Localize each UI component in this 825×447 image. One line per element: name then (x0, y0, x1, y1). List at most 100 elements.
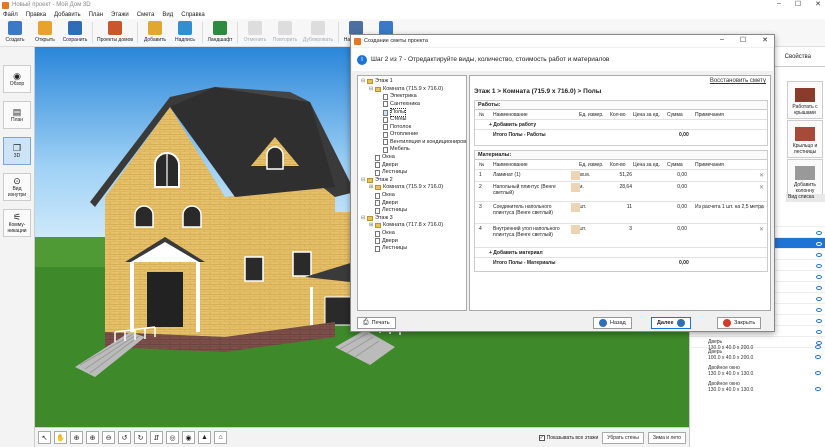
cell-unit[interactable]: шт. (579, 226, 586, 232)
cell-name[interactable]: Напольный плинтус (Венге светлый) (493, 184, 565, 196)
add-column-button[interactable]: Добавить колонну (787, 159, 823, 197)
cell-qty[interactable]: 3 (610, 226, 632, 232)
tree-node[interactable]: Окна (369, 192, 395, 199)
maximize-button[interactable]: ☐ (795, 0, 801, 8)
restore-estimate-link[interactable]: Восстановить смету (710, 78, 766, 84)
menu-view[interactable]: Вид (162, 12, 173, 18)
menu-floors[interactable]: Этажи (111, 12, 129, 18)
tree-node[interactable]: ⊞ Комната (717.8 x 716.0) (369, 222, 443, 229)
cell-name[interactable]: Внутренний угол напольного плинтуса (Вен… (493, 226, 565, 238)
tree-node[interactable]: ⊟ Этаж 3 (361, 215, 393, 222)
cell-qty[interactable]: 11 (610, 204, 632, 210)
close-button[interactable]: Закрыть (717, 317, 762, 329)
toolbar-landscape-button[interactable]: Ландшафт (205, 19, 235, 46)
cell-sum[interactable]: 0,00 (665, 184, 687, 190)
tree-node[interactable]: Сантехника (377, 101, 420, 108)
close-window-button[interactable]: ✕ (815, 0, 821, 8)
toolbar-add-button[interactable]: Добавить (140, 19, 170, 46)
menu-add[interactable]: Добавить (54, 12, 81, 18)
tree-node[interactable]: Двери (369, 200, 398, 207)
tree-node[interactable]: Потолок (377, 124, 411, 131)
view-communications-button[interactable]: ⚟ Комму-никации (3, 209, 31, 237)
visibility-eye-icon[interactable] (815, 355, 821, 359)
cell-qty[interactable]: 28,64 (610, 184, 632, 190)
toolbar-new-doc-button[interactable]: Создать (0, 19, 30, 46)
orbit-icon[interactable]: ◎ (166, 431, 179, 444)
next-button[interactable]: Далее (651, 317, 691, 329)
toolbar-folder-open-button[interactable]: Открыть (30, 19, 60, 46)
dialog-maximize-button[interactable]: ☐ (740, 36, 746, 44)
expand-icon[interactable]: ⊟ (369, 86, 374, 93)
add-material-button[interactable]: + Добавить материал (489, 250, 543, 256)
tree-node[interactable]: ⊟ Этаж 1 (361, 78, 393, 85)
back-button[interactable]: Назад (593, 317, 632, 329)
hide-walls-button[interactable]: Убрать стены (602, 431, 644, 444)
tree-node[interactable]: ⊞ Комната (715.9 x 716.0) (369, 184, 443, 191)
tilt-icon[interactable]: ⇵ (150, 431, 163, 444)
visibility-eye-icon[interactable] (816, 330, 822, 334)
delete-row-icon[interactable]: ✕ (759, 184, 764, 191)
visibility-eye-icon[interactable] (815, 387, 821, 391)
tree-node[interactable]: Двери (369, 238, 398, 245)
tree-node[interactable]: Отопление (377, 131, 418, 138)
delete-row-icon[interactable]: ✕ (759, 226, 764, 233)
winter-summer-button[interactable]: Зима и лето (647, 431, 686, 444)
minimize-button[interactable]: – (777, 0, 781, 8)
hand-pan-icon[interactable]: ✋ (54, 431, 67, 444)
delete-row-icon[interactable]: ✕ (759, 172, 764, 179)
work-with-roofs-button[interactable]: Работать с крышами (787, 81, 823, 119)
tree-node[interactable]: ⊟ Комната (715.9 x 716.0) (369, 86, 443, 93)
cell-sum[interactable]: 0,00 (665, 172, 687, 178)
list-item-door-2[interactable]: Дверь 100.0 x 40.0 x 200.0 (708, 349, 753, 361)
porch-stairs-button[interactable]: Крыльцо и лестницы (787, 120, 823, 158)
menu-edit[interactable]: Правка (26, 12, 46, 18)
view-plan-button[interactable]: ▤ План (3, 101, 31, 129)
expand-icon[interactable]: ⊞ (369, 184, 374, 191)
checkbox-icon[interactable]: ✓ (538, 434, 545, 441)
visibility-eye-icon[interactable] (815, 371, 821, 375)
menu-estimate[interactable]: Смета (137, 12, 155, 18)
view-eye-button[interactable]: ◉ Обзор (3, 65, 31, 93)
table-row[interactable]: 1 Ламинат (1) кв.м. 51,26 0,00 ✕ (475, 170, 767, 182)
cell-qty[interactable]: 51,26 (610, 172, 632, 178)
tree-node[interactable]: Окна (369, 154, 395, 161)
cell-sum[interactable]: 0,00 (665, 226, 687, 232)
tree-node[interactable]: Окна (369, 230, 395, 237)
show-all-floors-toggle[interactable]: ✓ Показывать все этажи (538, 434, 598, 441)
list-item-window-1[interactable]: Двойное окно 130.0 x 40.0 x 130.0 (708, 365, 753, 377)
list-item-window-2[interactable]: Двойное окно 130.0 x 40.0 x 130.0 (708, 381, 753, 393)
table-row[interactable]: 4 Внутренний угол напольного плинтуса (Ве… (475, 224, 767, 248)
view-cube-3d-button[interactable]: ❒ 3D (3, 137, 31, 165)
tree-node[interactable]: Электрика (377, 93, 417, 100)
zoom-icon[interactable]: ⊕ (70, 431, 83, 444)
toolbar-save-button[interactable]: Сохранить (60, 19, 90, 46)
toolbar-house-projects-button[interactable]: Проекты домов (95, 19, 135, 46)
expand-icon[interactable]: ⊟ (361, 78, 366, 85)
visibility-eye-icon[interactable] (816, 319, 822, 323)
list-view-header[interactable]: Вид списка (786, 194, 825, 202)
cell-note[interactable]: Из расчета 1 шт. на 2,5 метра (695, 204, 765, 210)
table-row[interactable]: 3 Соединитель напольного плинтуса (Венге … (475, 202, 767, 224)
dialog-close-button[interactable]: ✕ (762, 36, 768, 44)
tree-node[interactable]: Лестницы (369, 245, 407, 252)
print-button[interactable]: ⎙ Печать (357, 317, 396, 329)
visibility-eye-icon[interactable] (816, 242, 822, 246)
tree-node[interactable]: Вентиляция и кондиционирование (377, 139, 466, 146)
visibility-eye-icon[interactable] (816, 253, 822, 257)
zoom-in-icon[interactable]: ⊕ (86, 431, 99, 444)
toolbar-label-button[interactable]: Надпись (170, 19, 200, 46)
expand-icon[interactable]: ⊟ (361, 215, 366, 222)
view-inside-view-button[interactable]: ⊙ Вид изнутри (3, 173, 31, 201)
menu-help[interactable]: Справка (181, 12, 205, 18)
tree-node[interactable]: Двери (369, 162, 398, 169)
zoom-out-icon[interactable]: ⊖ (102, 431, 115, 444)
visibility-eye-icon[interactable] (816, 264, 822, 268)
expand-icon[interactable]: ⊞ (369, 222, 374, 229)
table-row[interactable]: 2 Напольный плинтус (Венге светлый) м. 28,6… (475, 182, 767, 202)
home-view-icon[interactable]: ⌂ (214, 431, 227, 444)
tree-node[interactable]: Стены (377, 116, 406, 123)
menu-file[interactable]: Файл (3, 12, 18, 18)
expand-icon[interactable]: ⊟ (361, 177, 366, 184)
rotate-left-icon[interactable]: ↺ (118, 431, 131, 444)
tree-node[interactable]: ⊟ Этаж 2 (361, 177, 393, 184)
